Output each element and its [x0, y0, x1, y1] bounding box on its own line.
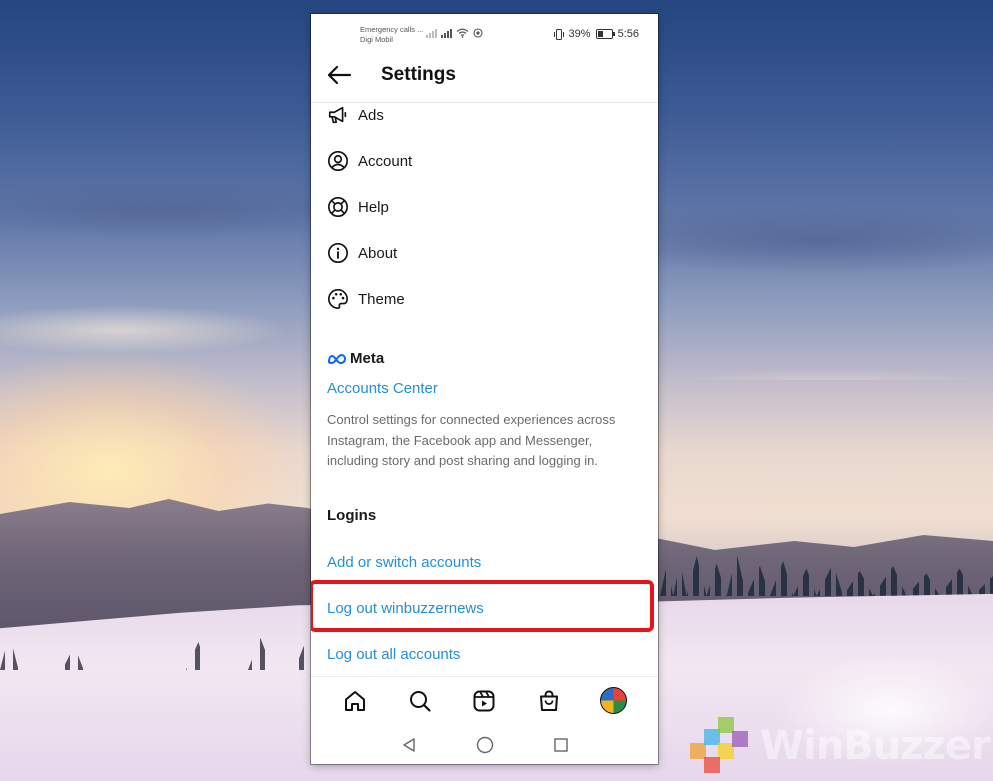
profile-avatar	[600, 687, 628, 714]
phone-screen: Emergency calls ... Digi Mobil 39% 5:56 …	[311, 14, 658, 764]
signal-icon	[441, 29, 452, 38]
megaphone-icon	[328, 106, 347, 124]
menu-item-theme[interactable]: Theme	[327, 284, 405, 314]
watermark-text: WinBuzzer	[760, 723, 991, 769]
app-header: Settings	[311, 52, 658, 103]
account-circle-icon	[328, 151, 348, 171]
menu-item-label: Help	[358, 198, 389, 216]
accounts-center-link[interactable]: Accounts Center	[327, 380, 438, 397]
carrier-line-2: Digi Mobil	[360, 35, 393, 44]
vibrate-icon	[553, 28, 564, 40]
carrier-info: Emergency calls ... Digi Mobil	[360, 25, 423, 45]
nav-search[interactable]	[405, 686, 435, 716]
bottom-nav-bar	[311, 676, 658, 724]
winbuzzer-logo-icon	[690, 717, 752, 775]
system-recents-button[interactable]	[550, 734, 572, 756]
menu-item-about[interactable]: About	[327, 238, 397, 268]
system-nav-bar	[311, 726, 658, 764]
nav-profile[interactable]	[599, 686, 629, 716]
search-icon	[409, 690, 431, 712]
reels-icon	[473, 690, 495, 711]
menu-item-ads[interactable]: Ads	[327, 100, 384, 130]
highlight-annotation-box	[311, 580, 654, 632]
no-signal-icon	[426, 29, 437, 38]
menu-item-label: Account	[358, 152, 413, 170]
system-back-button[interactable]	[398, 734, 420, 756]
meta-infinity-icon	[327, 353, 347, 364]
log-out-all-link[interactable]: Log out all accounts	[327, 646, 460, 663]
battery-icon	[595, 29, 615, 39]
status-right: 39% 5:56	[553, 28, 639, 40]
back-arrow-icon[interactable]	[326, 64, 352, 86]
back-triangle-icon	[402, 738, 415, 752]
info-icon	[328, 243, 348, 263]
logins-section-label: Logins	[327, 507, 377, 524]
carrier-line-1: Emergency calls ...	[360, 25, 424, 34]
menu-item-help[interactable]: Help	[327, 192, 389, 222]
signal-icons	[426, 28, 483, 38]
palette-icon	[328, 289, 348, 309]
menu-item-label: About	[358, 244, 398, 262]
meta-logo-text: Meta	[350, 350, 385, 367]
wifi-icon	[456, 28, 469, 38]
add-switch-accounts-link[interactable]: Add or switch accounts	[327, 554, 481, 571]
nav-home[interactable]	[340, 686, 370, 716]
recents-square-icon	[553, 738, 568, 752]
winbuzzer-watermark: WinBuzzer	[690, 716, 991, 776]
menu-item-label: Theme	[358, 290, 405, 308]
menu-item-label: Ads	[358, 106, 384, 124]
clock: 5:56	[617, 28, 639, 40]
meta-logo: Meta	[327, 350, 384, 367]
nav-reels[interactable]	[469, 686, 499, 716]
accounts-center-description: Control settings for connected experienc…	[327, 412, 616, 468]
hotspot-icon	[473, 28, 483, 38]
nav-shop[interactable]	[534, 686, 564, 716]
status-bar: Emergency calls ... Digi Mobil 39% 5:56	[311, 14, 658, 52]
home-circle-icon	[476, 736, 493, 754]
page-title: Settings	[381, 64, 456, 85]
lifebuoy-icon	[328, 197, 348, 217]
menu-item-account[interactable]: Account	[327, 146, 412, 176]
system-home-button[interactable]	[474, 734, 496, 756]
home-icon	[345, 690, 366, 711]
shop-icon	[540, 689, 559, 711]
battery-percent: 39%	[568, 28, 591, 40]
